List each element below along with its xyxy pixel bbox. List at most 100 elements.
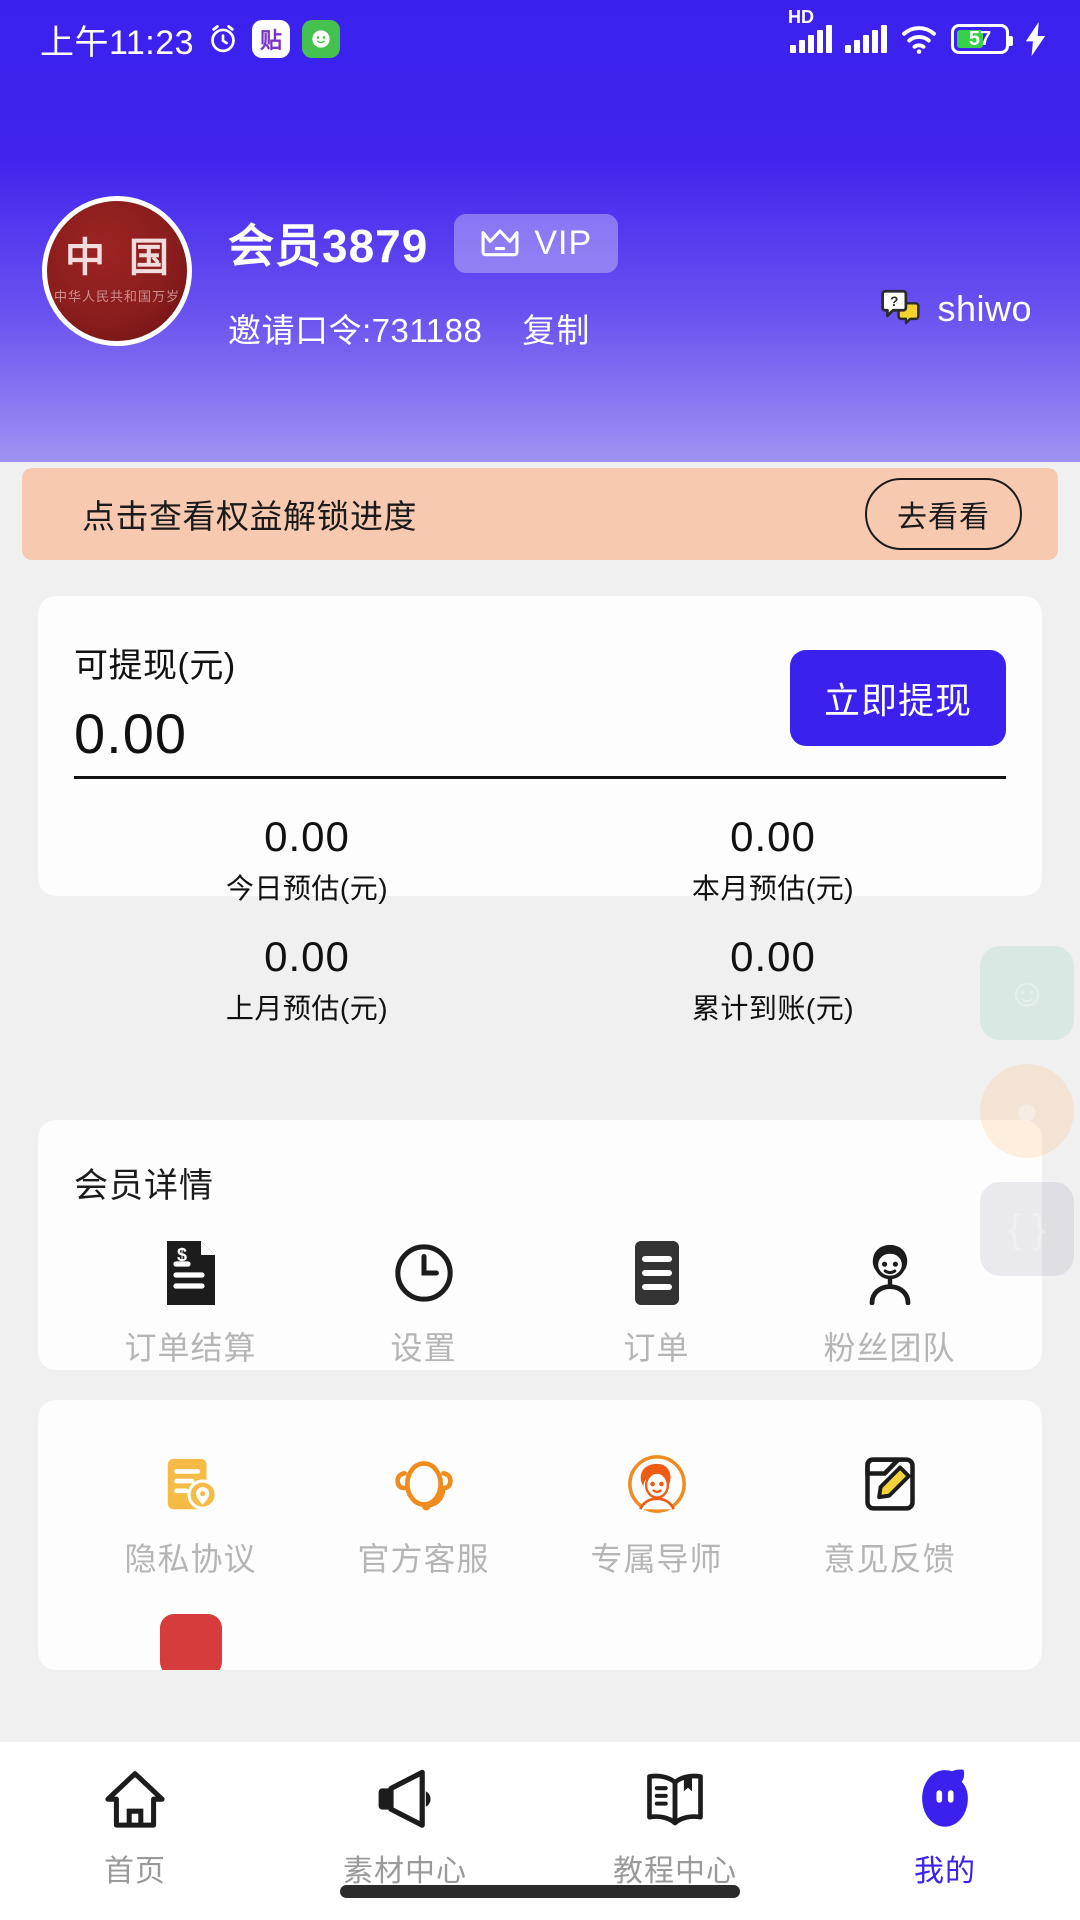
wallet-card: 可提现(元) 0.00 立即提现 0.00 今日预估(元) 0.00 本月预估(…	[38, 596, 1042, 1024]
privacy-doc-icon	[160, 1452, 222, 1516]
status-time: 上午11:23	[40, 23, 195, 62]
stat-total-settled[interactable]: 0.00 累计到账(元)	[540, 933, 1006, 1027]
profile-header: 上午11:23 贴 HD 57 中 国 中华人民共和国万岁 会员3879 VIP…	[0, 0, 1080, 462]
svg-text:$: $	[177, 1245, 187, 1265]
nav-item-profile[interactable]: 我的	[810, 1766, 1080, 1890]
stat-today[interactable]: 0.00 今日预估(元)	[74, 813, 540, 907]
book-icon	[644, 1766, 706, 1832]
menu-label: 官方客服	[357, 1541, 490, 1577]
wallet-amount: 0.00	[74, 702, 187, 765]
menu-item-exclusive-mentor[interactable]: 专属导师	[540, 1452, 773, 1580]
hd-label: HD	[788, 7, 814, 27]
service-menu-next-row-partial	[74, 1580, 1006, 1670]
avatar[interactable]: 中 国 中华人民共和国万岁	[42, 196, 192, 346]
nav-label: 教程中心	[613, 1855, 737, 1888]
floating-assistant-glyph: ☺	[1006, 970, 1048, 1015]
invite-code: 邀请口令:731188	[228, 312, 483, 349]
menu-item-settings[interactable]: 设置	[307, 1241, 540, 1369]
wallet-label: 可提现(元)	[74, 647, 236, 685]
clock-icon	[393, 1241, 455, 1305]
support-contact[interactable]: ? shiwo	[881, 288, 1032, 330]
menu-item-order-settlement[interactable]: $ 订单结算	[74, 1241, 307, 1369]
go-look-button[interactable]: 去看看	[865, 478, 1022, 550]
menu-item-fan-team[interactable]: 粉丝团队	[773, 1241, 1006, 1369]
menu-label: 订单	[623, 1330, 690, 1366]
menu-label: 设置	[390, 1330, 457, 1366]
wallet-balance-block: 可提现(元) 0.00	[74, 638, 236, 766]
home-indicator[interactable]	[340, 1885, 740, 1898]
name-row: 会员3879 VIP	[228, 210, 1038, 276]
crown-icon	[481, 229, 519, 257]
section-title-member: 会员详情	[74, 1167, 214, 1205]
menu-item-feedback[interactable]: 意见反馈	[773, 1452, 1006, 1580]
nav-item-home[interactable]: 首页	[0, 1766, 270, 1890]
vip-label: VIP	[534, 223, 593, 262]
menu-label: 专属导师	[590, 1541, 723, 1577]
megaphone-icon	[373, 1766, 437, 1832]
member-menu-grid: $ 订单结算 设置 订单 粉丝团队	[74, 1207, 1006, 1369]
wallet-stats-grid: 0.00 今日预估(元) 0.00 本月预估(元) 0.00 上月预估(元) 0…	[74, 779, 1006, 1027]
avatar-sub-text: 中华人民共和国万岁	[53, 288, 180, 304]
service-menu-grid: 隐私协议 官方客服 专属导师 意见反馈	[74, 1400, 1006, 1580]
qa-bubble-icon: ?	[881, 289, 920, 325]
list-icon	[630, 1241, 684, 1305]
svg-text:?: ?	[891, 294, 899, 309]
battery-icon: 57	[951, 24, 1013, 54]
nav-item-material-center[interactable]: 素材中心	[270, 1766, 540, 1890]
menu-item-official-support[interactable]: 官方客服	[307, 1452, 540, 1580]
copy-button[interactable]: 复制	[522, 304, 590, 352]
nav-label: 素材中心	[343, 1855, 467, 1888]
signal-bars-2	[845, 25, 887, 53]
edit-pencil-icon	[860, 1452, 920, 1516]
stat-this-month[interactable]: 0.00 本月预估(元)	[540, 813, 1006, 907]
stat-value: 0.00	[264, 813, 350, 860]
cat-face-glyph	[312, 30, 330, 48]
stat-value: 0.00	[730, 933, 816, 980]
status-bar-left: 上午11:23 贴	[40, 15, 341, 64]
wallet-top: 可提现(元) 0.00 立即提现	[74, 596, 1006, 766]
bottom-navigation: 首页 素材中心 教程中心 我的	[0, 1742, 1080, 1920]
wifi-icon	[902, 26, 936, 54]
stat-label: 累计到账(元)	[691, 993, 855, 1024]
stat-last-month[interactable]: 0.00 上月预估(元)	[74, 933, 540, 1027]
menu-label: 意见反馈	[823, 1541, 956, 1577]
alarm-clock-icon	[211, 25, 235, 53]
status-bar: 上午11:23 贴 HD 57	[0, 0, 1080, 78]
nav-label: 首页	[104, 1855, 166, 1888]
menu-label: 隐私协议	[124, 1541, 257, 1577]
username: 会员3879	[228, 220, 429, 272]
member-detail-card: 会员详情 $ 订单结算 设置 订单 粉丝团队	[38, 1120, 1042, 1370]
notice-text: 点击查看权益解锁进度	[82, 498, 417, 535]
charging-bolt-icon	[1025, 22, 1046, 56]
mentor-avatar-icon	[626, 1452, 688, 1516]
avatar-main-text: 中 国	[65, 234, 176, 280]
stat-label: 本月预估(元)	[691, 873, 855, 904]
vip-badge[interactable]: VIP	[454, 213, 619, 273]
withdraw-button[interactable]: 立即提现	[789, 650, 1006, 746]
stat-value: 0.00	[264, 933, 350, 980]
nav-label: 我的	[914, 1855, 976, 1888]
support-name: shiwo	[937, 288, 1032, 329]
signal-bars-1	[790, 25, 832, 53]
nav-item-tutorial-center[interactable]: 教程中心	[540, 1766, 810, 1890]
status-bar-right: HD 57	[788, 8, 1050, 56]
stat-value: 0.00	[730, 813, 816, 860]
profile-blob-icon	[914, 1766, 976, 1832]
rights-progress-banner[interactable]: 点击查看权益解锁进度 去看看	[22, 468, 1058, 560]
partial-red-icon[interactable]	[159, 1614, 222, 1670]
headset-icon	[391, 1452, 457, 1516]
menu-item-orders[interactable]: 订单	[540, 1241, 773, 1369]
menu-item-privacy-policy[interactable]: 隐私协议	[74, 1452, 307, 1580]
home-icon	[104, 1766, 166, 1832]
service-card: 隐私协议 官方客服 专属导师 意见反馈	[38, 1400, 1042, 1670]
stat-label: 上月预估(元)	[225, 993, 389, 1024]
person-icon	[858, 1241, 922, 1305]
stat-label: 今日预估(元)	[225, 873, 389, 904]
invoice-icon: $	[163, 1241, 219, 1305]
tie-app-icon: 贴	[252, 20, 291, 58]
signal-hd-icon: HD	[788, 8, 832, 53]
menu-label: 粉丝团队	[823, 1330, 956, 1366]
green-cat-app-icon	[302, 20, 341, 58]
menu-label: 订单结算	[124, 1330, 257, 1366]
battery-percent: 57	[968, 28, 992, 50]
